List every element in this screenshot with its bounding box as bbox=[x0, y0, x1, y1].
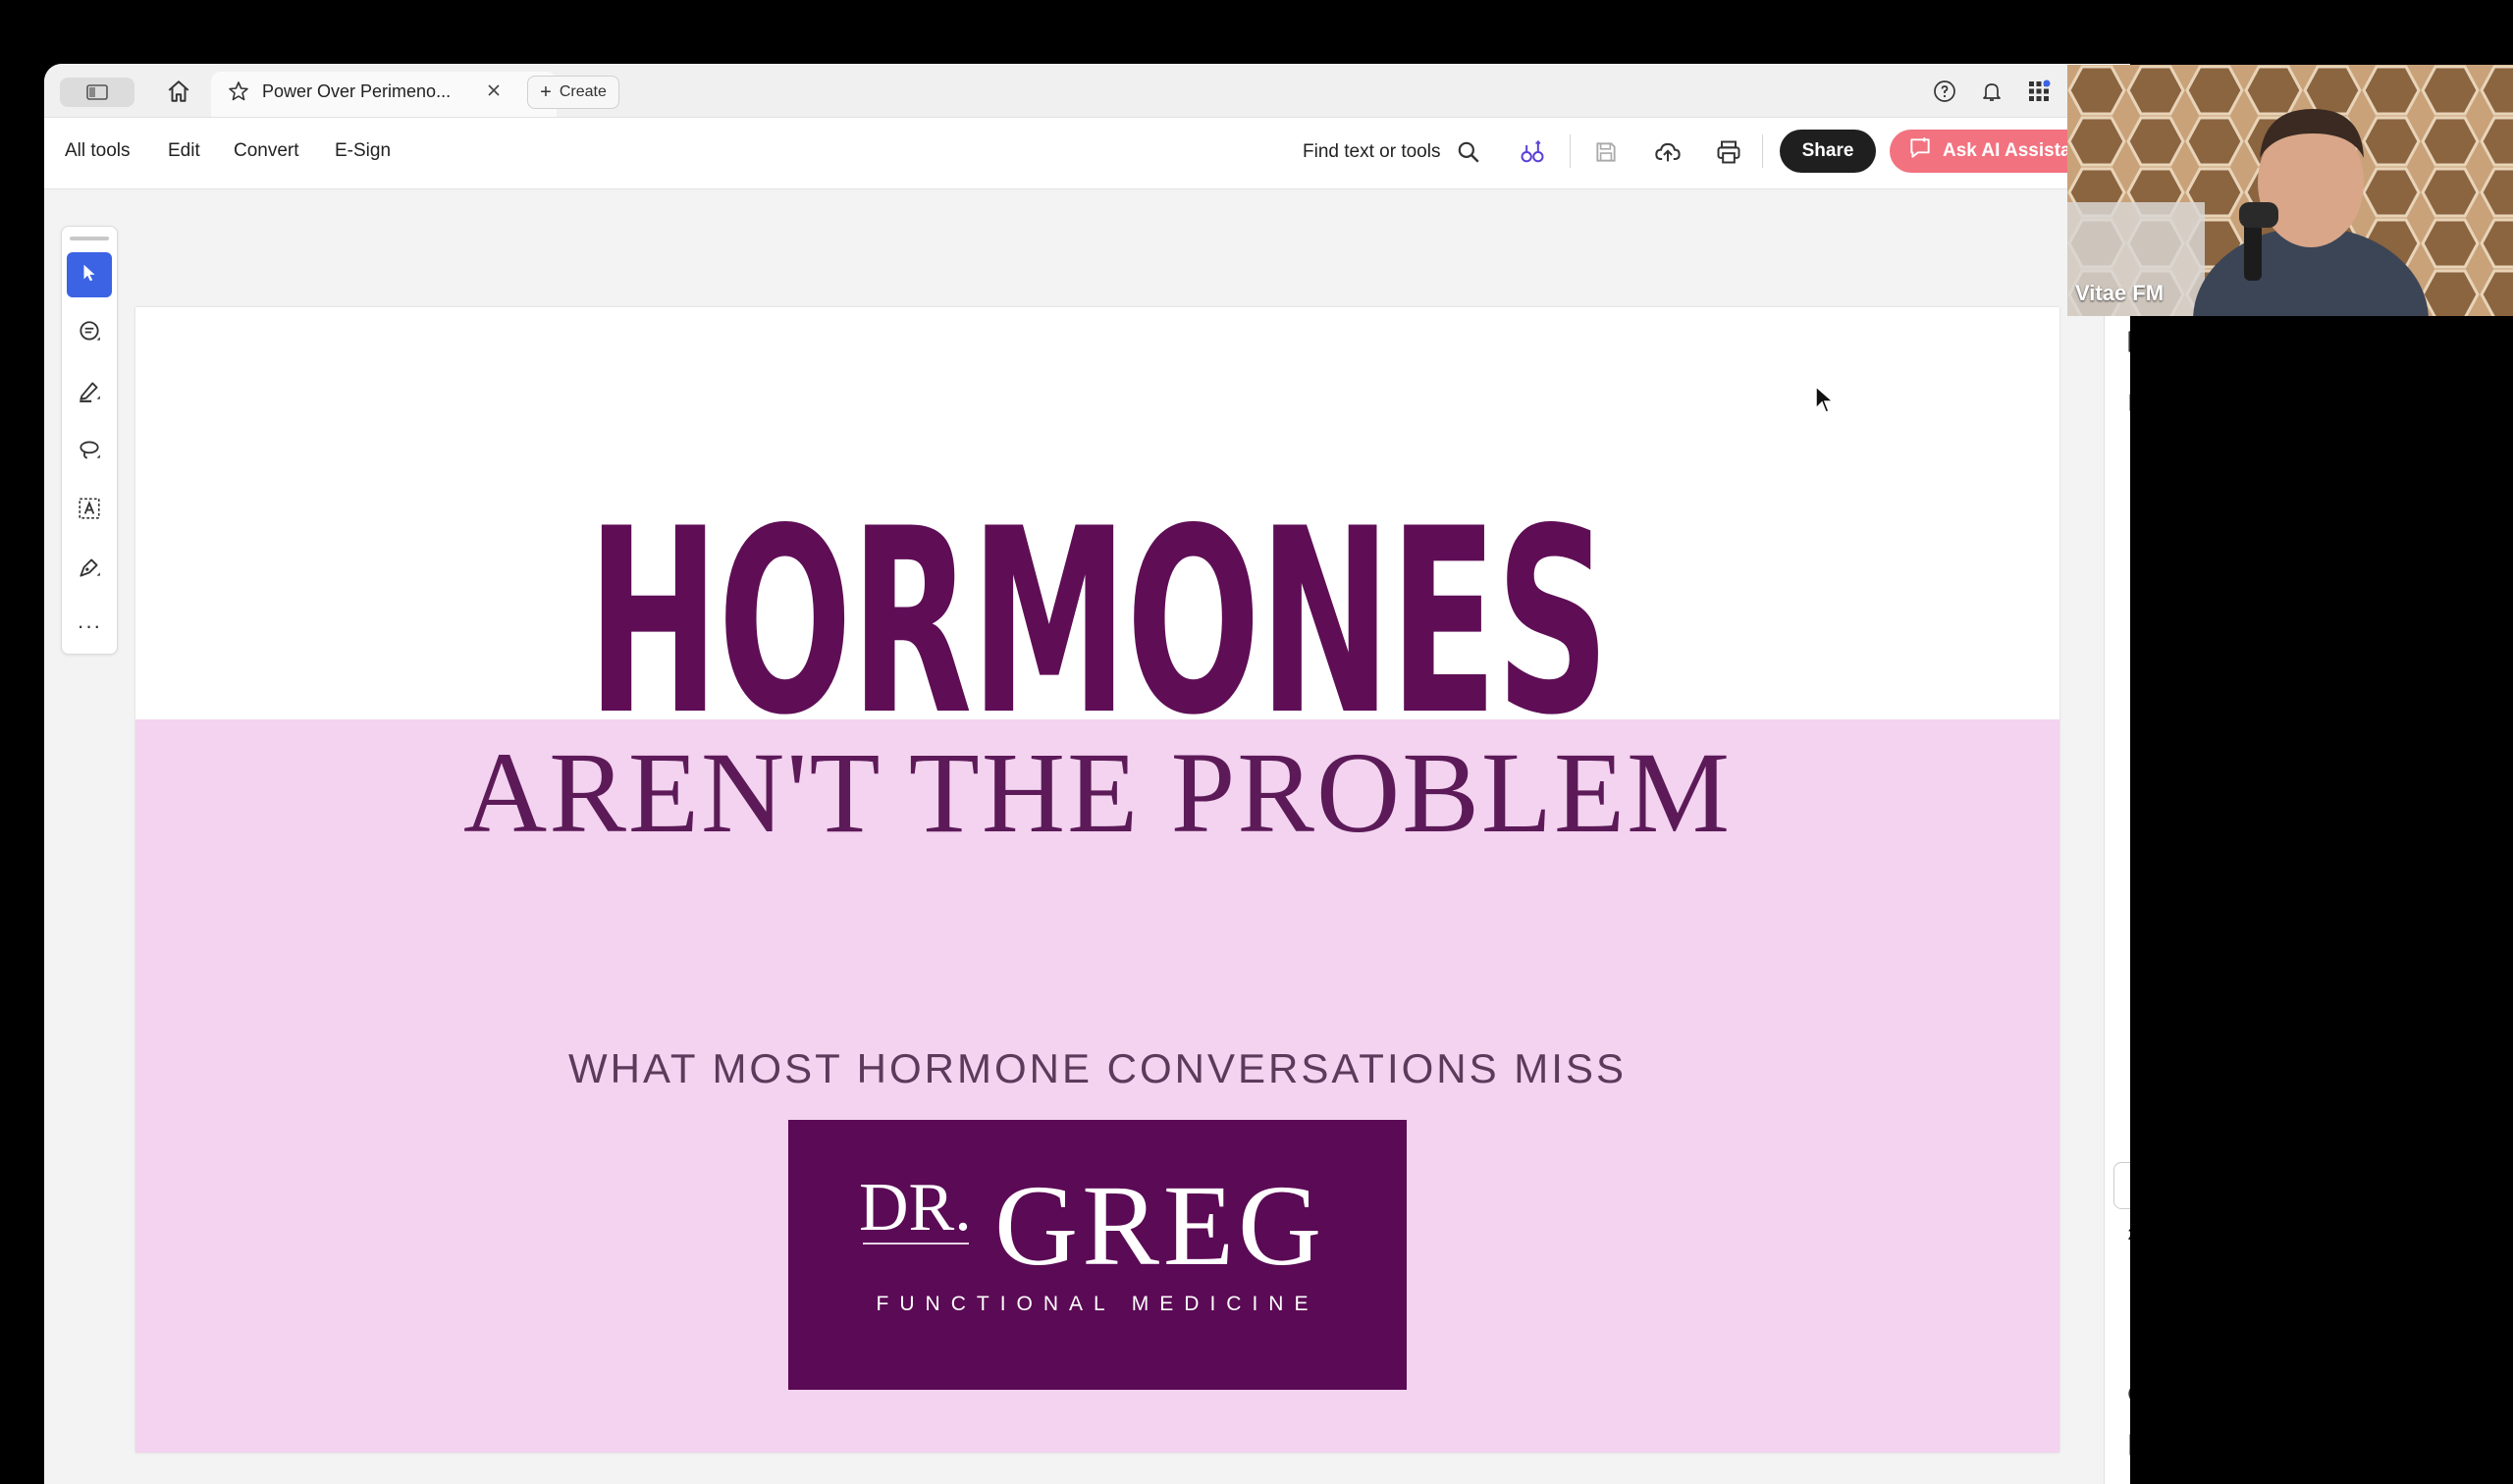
print-icon[interactable] bbox=[1713, 136, 1744, 168]
search-icon[interactable] bbox=[1454, 137, 1483, 167]
ask-ai-label: Ask AI Assistan bbox=[1943, 140, 2083, 161]
menu-edit[interactable]: Edit bbox=[168, 140, 200, 162]
total-pages: 24 bbox=[2113, 1225, 2130, 1245]
sign-tool-button[interactable] bbox=[67, 547, 112, 592]
tab-title: Power Over Perimeno... bbox=[262, 81, 452, 101]
rotate-icon[interactable] bbox=[2125, 1381, 2130, 1406]
apps-grid-icon[interactable] bbox=[2025, 78, 2053, 105]
toolbar-divider-2 bbox=[1762, 134, 1763, 168]
help-icon[interactable] bbox=[1931, 78, 1958, 105]
ai-chat-icon bbox=[1907, 135, 1933, 167]
cursor-arrow-icon bbox=[79, 262, 100, 289]
comment-tool-button[interactable] bbox=[67, 311, 112, 356]
fountain-pen-icon bbox=[77, 555, 102, 585]
slide-headline: HORMONES bbox=[587, 475, 1610, 771]
current-page-input[interactable]: 1 bbox=[2113, 1162, 2130, 1209]
star-icon[interactable] bbox=[226, 79, 251, 104]
webcam-feed-image bbox=[2067, 65, 2513, 316]
webcam-overlay: Vitae FM bbox=[2067, 65, 2513, 316]
cloud-upload-icon[interactable] bbox=[1652, 136, 1684, 168]
more-tools-button[interactable]: ··· bbox=[67, 604, 112, 649]
text-box-icon bbox=[77, 496, 102, 526]
share-button[interactable]: Share bbox=[1780, 130, 1876, 173]
menu-all-tools[interactable]: All tools bbox=[65, 140, 131, 162]
menu-e-sign[interactable]: E-Sign bbox=[335, 140, 391, 162]
slide-subheadline: AREN'T THE PROBLEM bbox=[463, 728, 1732, 857]
menu-convert[interactable]: Convert bbox=[234, 140, 299, 162]
plus-icon: + bbox=[540, 81, 552, 103]
slide-tagline: WHAT MOST HORMONE CONVERSATIONS MISS bbox=[568, 1045, 1627, 1091]
bookmarks-icon[interactable] bbox=[2125, 329, 2130, 354]
pdf-page: HORMONES AREN'T THE PROBLEM WHAT MOST HO… bbox=[135, 307, 2059, 1453]
toolbar-handle[interactable] bbox=[70, 237, 109, 240]
quick-tools-toolbar: ··· bbox=[61, 226, 118, 655]
participant-name: Vitae FM bbox=[2075, 281, 2165, 305]
chevron-up-icon[interactable] bbox=[2125, 1277, 2130, 1302]
toolbar-divider bbox=[1570, 134, 1571, 168]
select-tool-button[interactable] bbox=[67, 252, 112, 297]
logo-subtitle: FUNCTIONAL MEDICINE bbox=[876, 1293, 1319, 1315]
panel-icon bbox=[85, 82, 109, 102]
logo-name: GREG bbox=[994, 1161, 1326, 1290]
highlight-tool-button[interactable] bbox=[67, 370, 112, 415]
find-tools-label[interactable]: Find text or tools bbox=[1303, 141, 1440, 163]
lasso-icon bbox=[77, 437, 102, 467]
tab-bar: Power Over Perimeno... + Create bbox=[44, 64, 2130, 118]
page-tools-icon[interactable] bbox=[2125, 1432, 2130, 1458]
acrobat-window: Power Over Perimeno... + Create All tool… bbox=[44, 64, 2130, 1484]
draw-tool-button[interactable] bbox=[67, 429, 112, 474]
pages-thumbnails-icon[interactable] bbox=[2125, 388, 2130, 413]
sidebar-toggle-button[interactable] bbox=[60, 78, 134, 107]
more-dots-icon: ··· bbox=[77, 613, 102, 638]
save-icon[interactable] bbox=[1591, 137, 1621, 167]
text-box-tool-button[interactable] bbox=[67, 488, 112, 533]
close-icon[interactable] bbox=[483, 80, 505, 101]
comment-icon bbox=[77, 319, 102, 349]
create-label: Create bbox=[559, 83, 607, 100]
logo-dr: DR. bbox=[859, 1170, 972, 1246]
ai-tools-icon[interactable] bbox=[1517, 136, 1548, 168]
logo-underline bbox=[863, 1243, 969, 1245]
pen-icon bbox=[77, 378, 102, 408]
bell-icon[interactable] bbox=[1978, 78, 2005, 105]
mouse-cursor-icon bbox=[1815, 385, 1837, 420]
home-icon[interactable] bbox=[164, 77, 193, 106]
chevron-down-icon[interactable] bbox=[2125, 1325, 2130, 1351]
create-button[interactable]: + Create bbox=[527, 76, 619, 109]
dr-greg-logo: DR. GREG FUNCTIONAL MEDICINE bbox=[788, 1120, 1407, 1390]
